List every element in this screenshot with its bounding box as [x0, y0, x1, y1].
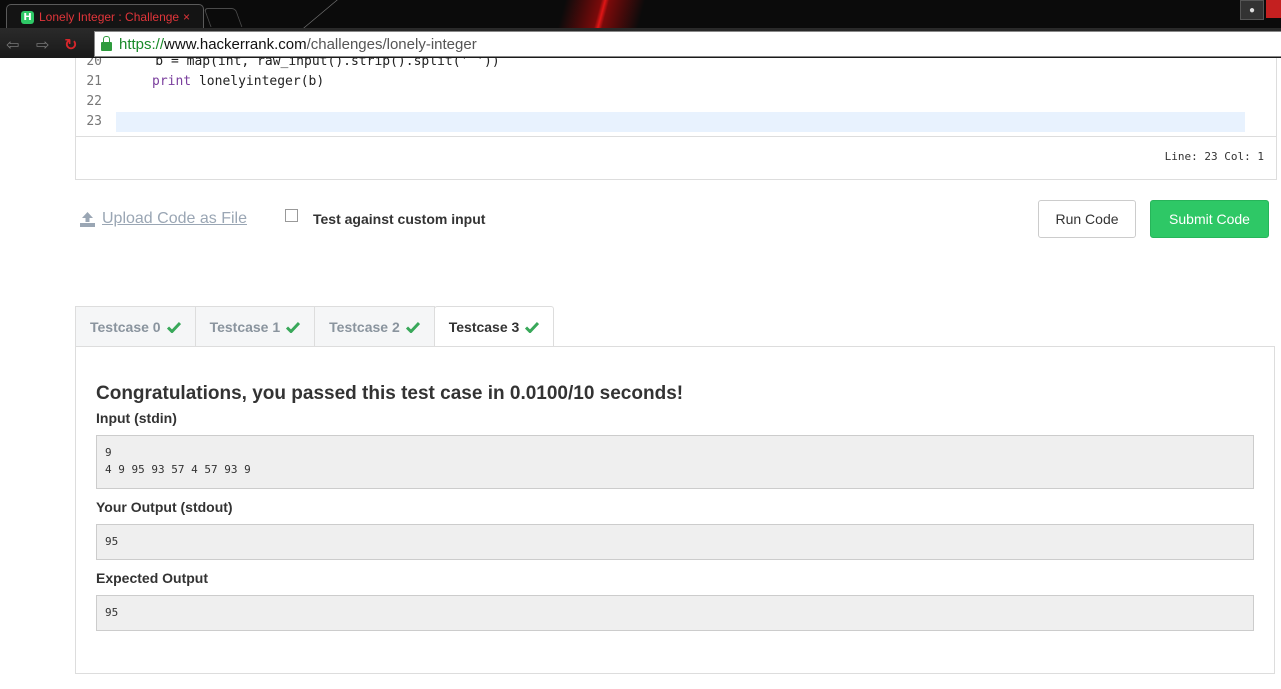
- run-code-button[interactable]: Run Code: [1038, 200, 1136, 238]
- tab-testcase-2[interactable]: Testcase 2: [314, 306, 435, 346]
- expected-label: Expected Output: [96, 570, 209, 586]
- check-icon: [525, 321, 540, 333]
- tab-label: Testcase 3: [448, 319, 520, 335]
- code-line[interactable]: 22: [76, 92, 1276, 112]
- keyword-print: print: [152, 74, 192, 89]
- code-line[interactable]: 21 print lonelyinteger(b): [76, 72, 1276, 92]
- tab-testcase-0[interactable]: Testcase 0: [75, 306, 196, 346]
- line-code-rest: lonelyinteger(b): [191, 74, 325, 89]
- output-label: Your Output (stdout): [96, 499, 233, 515]
- lock-icon: [101, 35, 112, 51]
- tab-label: Testcase 1: [209, 318, 281, 335]
- line-number: 23: [86, 114, 102, 129]
- check-icon: [405, 321, 420, 333]
- url-scheme: https://: [119, 35, 165, 53]
- output-box: 95: [96, 524, 1254, 560]
- upload-code-link[interactable]: Upload Code as File: [79, 210, 247, 228]
- new-tab-button[interactable]: [203, 8, 243, 27]
- tab-label: Testcase 2: [329, 318, 400, 335]
- browser-toolbar: ⇦ ⇨ ↻ https://www.hackerrank.com/challen…: [0, 28, 1281, 58]
- tab-close-icon[interactable]: ×: [183, 10, 190, 24]
- line-code: b = map(int, raw_input().strip().split('…: [124, 58, 500, 69]
- input-label: Input (stdin): [96, 410, 177, 426]
- tab-title: Lonely Integer : Challenge: [39, 10, 179, 24]
- code-editor[interactable]: 20 b = map(int, raw_input().strip().spli…: [75, 58, 1277, 180]
- result-message: Congratulations, you passed this test ca…: [96, 383, 684, 404]
- input-box: 9 4 9 95 93 57 4 57 93 9: [96, 435, 1254, 489]
- wallpaper-swoosh: [551, 0, 649, 28]
- url-text: https://www.hackerrank.com/challenges/lo…: [119, 36, 477, 53]
- check-icon: [166, 321, 181, 333]
- submit-code-button[interactable]: Submit Code: [1150, 200, 1269, 238]
- url-host: www.hackerrank.com: [164, 35, 307, 53]
- code-line[interactable]: 20 b = map(int, raw_input().strip().spli…: [76, 58, 1276, 72]
- line-number: 20: [86, 58, 102, 69]
- back-arrow-icon[interactable]: ⇦: [6, 35, 19, 54]
- reload-icon[interactable]: ↻: [64, 35, 77, 54]
- line-code: print lonelyinteger(b): [152, 72, 324, 92]
- browser-titlebar: H Lonely Integer : Challenge × ●: [0, 0, 1281, 28]
- custom-input-checkbox[interactable]: [285, 209, 298, 222]
- check-icon: [286, 321, 301, 333]
- forward-arrow-icon[interactable]: ⇨: [36, 35, 49, 54]
- tab-testcase-3[interactable]: Testcase 3: [433, 306, 555, 347]
- user-profile-icon[interactable]: ●: [1240, 0, 1264, 20]
- wallpaper-line: [303, 0, 388, 28]
- editor-lines[interactable]: 20 b = map(int, raw_input().strip().spli…: [76, 58, 1276, 136]
- upload-code-label[interactable]: Upload Code as File: [102, 210, 247, 228]
- tab-testcase-1[interactable]: Testcase 1: [194, 306, 316, 346]
- window-close-button[interactable]: [1266, 0, 1281, 18]
- testcase-results-panel: Congratulations, you passed this test ca…: [75, 346, 1275, 674]
- code-line[interactable]: 23: [76, 112, 1276, 132]
- line-number: 21: [86, 74, 102, 89]
- url-path: /challenges/lonely-integer: [306, 35, 477, 53]
- cursor-position-status: Line: 23 Col: 1: [1164, 150, 1264, 163]
- upload-icon: [80, 211, 95, 227]
- editor-divider: [76, 136, 1276, 137]
- tab-label: Testcase 0: [90, 318, 161, 335]
- address-bar[interactable]: https://www.hackerrank.com/challenges/lo…: [94, 31, 1281, 57]
- line-number: 22: [86, 94, 102, 109]
- browser-tab[interactable]: H Lonely Integer : Challenge ×: [6, 4, 204, 28]
- hackerrank-favicon-icon: H: [21, 10, 34, 24]
- testcase-tabs: Testcase 0 Testcase 1 Testcase 2 Testcas…: [75, 306, 555, 347]
- expected-box: 95: [96, 595, 1254, 631]
- custom-input-label[interactable]: Test against custom input: [313, 211, 485, 227]
